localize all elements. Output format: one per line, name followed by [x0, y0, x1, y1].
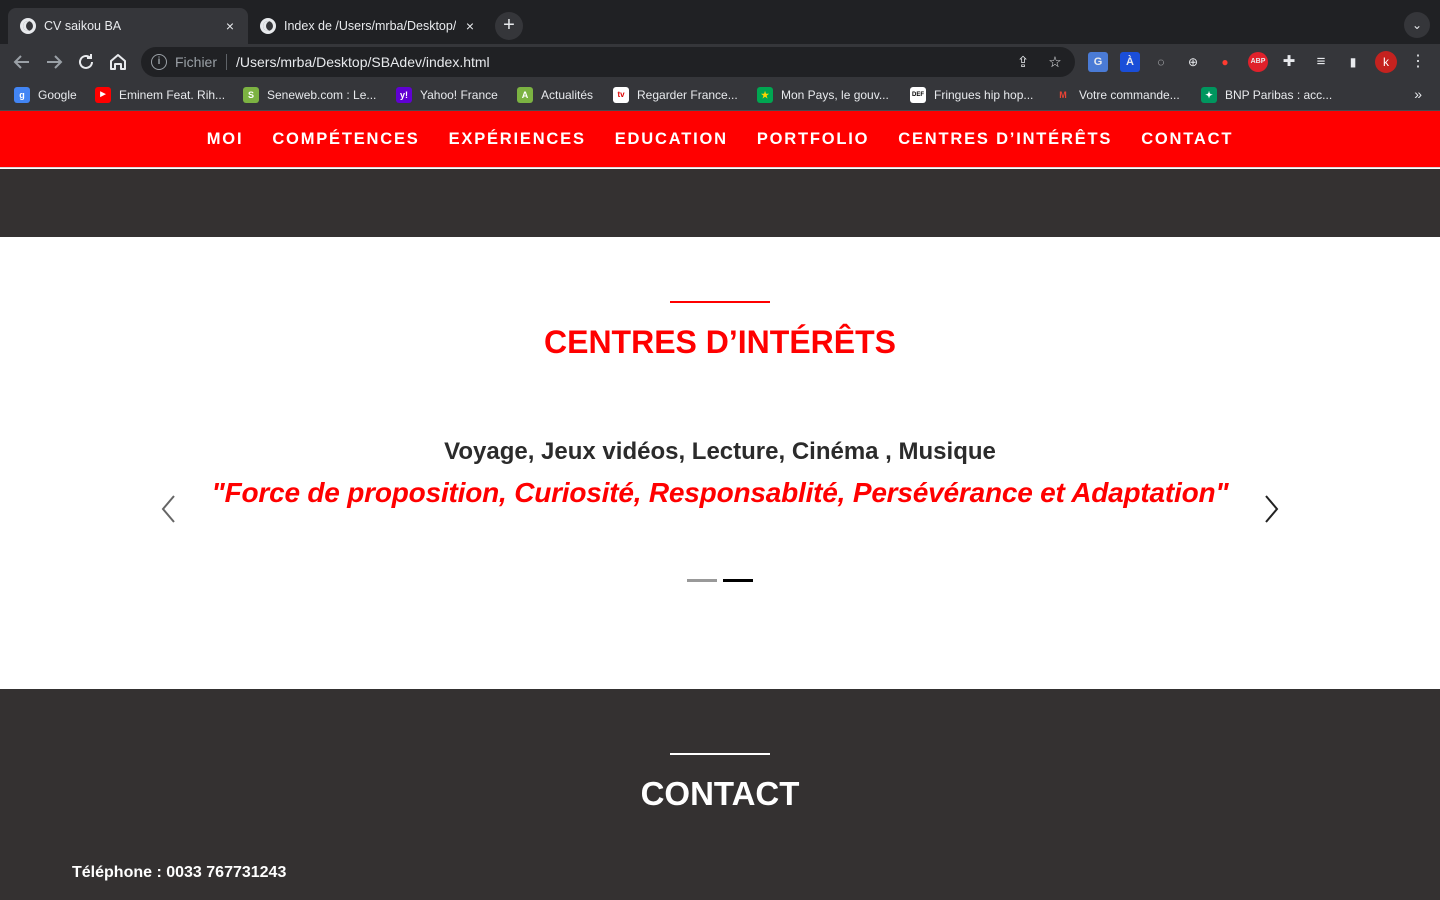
tv-icon: tv — [613, 87, 629, 103]
nav-link-moi[interactable]: MOI — [207, 130, 244, 149]
bookmark-label: Eminem Feat. Rih... — [119, 88, 226, 102]
back-icon[interactable] — [10, 50, 34, 74]
news-icon: A — [517, 87, 533, 103]
section-divider-band — [0, 169, 1440, 237]
section-title: CONTACT — [640, 775, 800, 812]
kebab-menu-icon[interactable]: ⋮ — [1408, 52, 1428, 72]
tab-search-button[interactable]: ⌄ — [1404, 12, 1430, 38]
carousel-prev-icon[interactable] — [157, 493, 181, 525]
bnp-icon: ✦ — [1201, 87, 1217, 103]
bookmark-label: BNP Paribas : acc... — [1225, 88, 1333, 102]
tab-title: CV saikou BA — [44, 19, 122, 33]
seneweb-icon: S — [243, 87, 259, 103]
nav-link-competences[interactable]: COMPÉTENCES — [272, 130, 419, 149]
grammar-extension-icon[interactable]: ⊕ — [1183, 52, 1203, 72]
bookmark-item[interactable]: A Actualités — [517, 86, 593, 104]
bookmark-item[interactable]: g Google — [14, 86, 77, 104]
carousel-indicator[interactable] — [687, 579, 717, 582]
bookmark-label: Actualités — [541, 88, 594, 102]
tab-title: Index de /Users/mrba/Desktop/ — [284, 19, 456, 33]
tab-index[interactable]: Index de /Users/mrba/Desktop/ × — [248, 8, 488, 44]
extensions-puzzle-icon[interactable]: ✚ — [1279, 52, 1299, 72]
nav-link-contact[interactable]: CONTACT — [1141, 130, 1233, 149]
carousel-indicator[interactable] — [723, 579, 753, 582]
close-tab-icon[interactable]: × — [462, 18, 478, 34]
bookmark-item[interactable]: DEF Fringues hip hop... — [910, 86, 1033, 104]
translate-extension-icon[interactable]: G — [1088, 52, 1108, 72]
home-icon[interactable] — [106, 50, 130, 74]
info-icon[interactable]: i — [151, 54, 167, 70]
flag-icon: ★ — [757, 87, 773, 103]
bookmarks-bar: g Google ▶ Eminem Feat. Rih... S Seneweb.co… — [0, 80, 1440, 111]
nav-link-portfolio[interactable]: PORTFOLIO — [757, 130, 869, 149]
bookmark-item[interactable]: ▶ Eminem Feat. Rih... — [95, 86, 225, 104]
bookmark-item[interactable]: ★ Mon Pays, le gouv... — [757, 86, 889, 104]
nav-link-centres-interets[interactable]: CENTRES D’INTÉRÊTS — [898, 130, 1112, 149]
new-tab-button[interactable]: + — [495, 12, 523, 40]
def-icon: DEF — [910, 87, 926, 103]
bookmarks-overflow-icon[interactable]: » — [1414, 86, 1422, 102]
nav-link-experiences[interactable]: EXPÉRIENCES — [449, 130, 586, 149]
forward-icon[interactable] — [42, 50, 66, 74]
page-viewport: MOI COMPÉTENCES EXPÉRIENCES EDUCATION PO… — [0, 111, 1440, 900]
section-title: CENTRES D’INTÉRÊTS — [543, 324, 897, 360]
adblock-extension-icon[interactable]: ABP — [1248, 52, 1268, 72]
bookmark-label: Google — [38, 88, 77, 102]
youtube-icon: ▶ — [95, 87, 111, 103]
interests-section: CENTRES D’INTÉRÊTS Voyage, Jeux vidéos, … — [0, 237, 1440, 689]
title-underline — [670, 301, 770, 303]
browser-toolbar: i Fichier /Users/mrba/Desktop/SBAdev/ind… — [0, 44, 1440, 80]
bookmark-label: Yahoo! France — [420, 88, 498, 102]
bookmark-label: Mon Pays, le gouv... — [781, 88, 889, 102]
bookmark-item[interactable]: ✦ BNP Paribas : acc... — [1201, 86, 1332, 104]
address-separator — [226, 54, 228, 70]
carousel-next-icon[interactable] — [1259, 493, 1283, 525]
title-underline — [670, 753, 770, 755]
bookmark-label: Seneweb.com : Le... — [267, 88, 377, 102]
yahoo-icon: y! — [396, 87, 412, 103]
bookmark-label: Regarder France... — [637, 88, 738, 102]
side-panel-icon[interactable]: ▮ — [1343, 52, 1363, 72]
reading-list-icon[interactable]: ≡ — [1311, 52, 1331, 72]
slide-qualities-text: "Force de proposition, Curiosité, Respon… — [211, 477, 1229, 508]
google-icon: g — [14, 87, 30, 103]
bookmark-label: Votre commande... — [1079, 88, 1180, 102]
contact-section: CONTACT Téléphone : 0033 767731243 — [0, 689, 1440, 900]
bookmark-item[interactable]: y! Yahoo! France — [396, 86, 498, 104]
loader-extension-icon[interactable]: ◌ — [1151, 52, 1171, 72]
dictionary-extension-icon[interactable]: À — [1120, 52, 1140, 72]
reload-icon[interactable] — [74, 50, 98, 74]
site-nav: MOI COMPÉTENCES EXPÉRIENCES EDUCATION PO… — [0, 111, 1440, 168]
globe-icon — [20, 18, 36, 34]
gmail-icon: M — [1059, 90, 1067, 100]
globe-icon — [260, 18, 276, 34]
bookmark-item[interactable]: tv Regarder France... — [613, 86, 738, 104]
bookmark-item[interactable]: M Votre commande... — [1055, 86, 1180, 104]
address-url[interactable]: /Users/mrba/Desktop/SBAdev/index.html — [236, 54, 1011, 70]
bookmark-star-icon[interactable]: ☆ — [1043, 53, 1067, 71]
share-icon[interactable]: ⇪ — [1011, 53, 1035, 71]
nav-link-education[interactable]: EDUCATION — [615, 130, 728, 149]
address-scheme: Fichier — [175, 54, 218, 70]
contact-phone: Téléphone : 0033 767731243 — [72, 864, 287, 881]
hand-extension-icon[interactable]: ● — [1215, 52, 1235, 72]
bookmark-label: Fringues hip hop... — [934, 88, 1034, 102]
bookmark-item[interactable]: S Seneweb.com : Le... — [243, 86, 376, 104]
profile-avatar[interactable]: k — [1375, 51, 1397, 73]
tab-cv[interactable]: CV saikou BA × — [8, 8, 248, 44]
close-tab-icon[interactable]: × — [222, 18, 238, 34]
tab-strip: CV saikou BA × Index de /Users/mrba/Desk… — [0, 0, 1440, 44]
address-bar[interactable]: i Fichier /Users/mrba/Desktop/SBAdev/ind… — [141, 47, 1075, 77]
slide-interests-text: Voyage, Jeux vidéos, Lecture, Cinéma , M… — [444, 438, 996, 465]
